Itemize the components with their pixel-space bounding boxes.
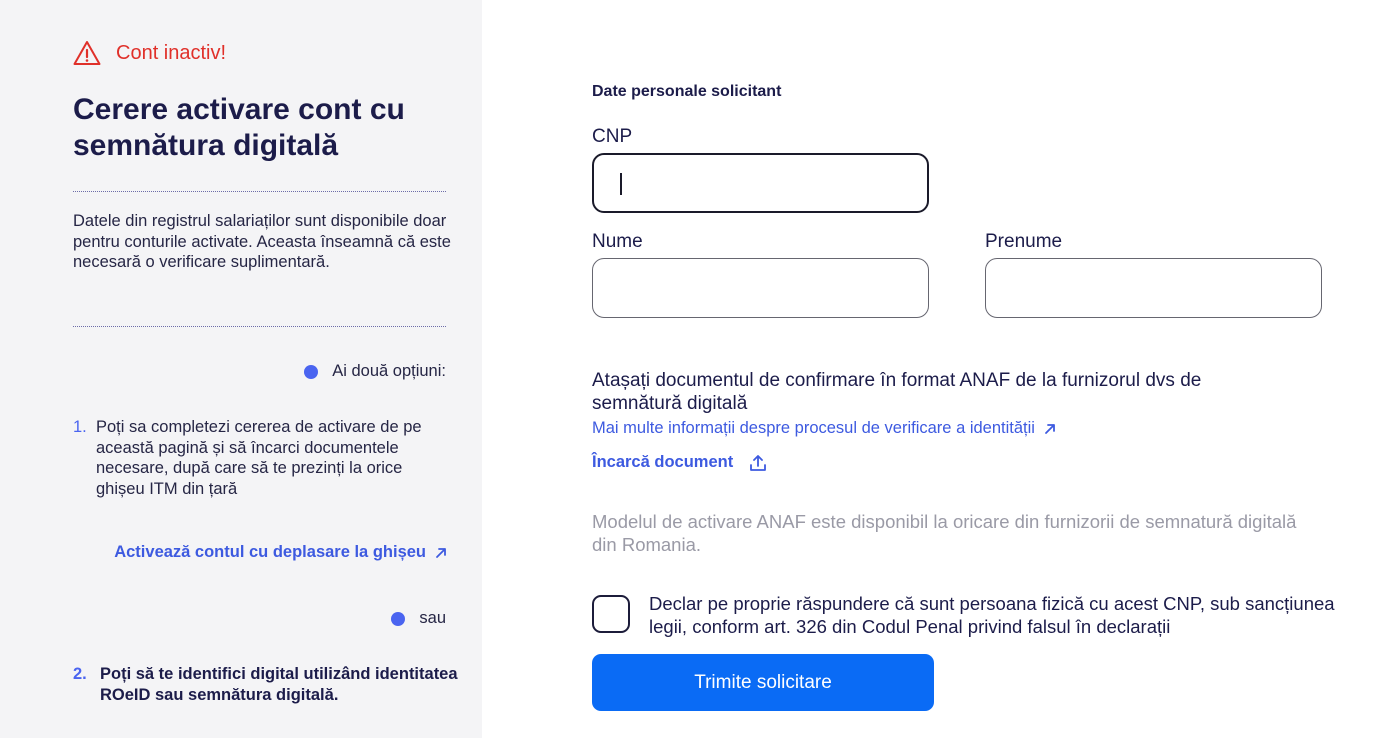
prenume-label: Prenume [985, 231, 1063, 252]
activate-at-counter-link[interactable]: Activează contul cu deplasare la ghișeu [114, 543, 448, 562]
attach-document-heading: Atașați documentul de confirmare în form… [592, 370, 1202, 414]
option-step-1: 1. Poți sa completezi cererea de activar… [73, 417, 433, 499]
anaf-model-note: Modelul de activare ANAF este disponibil… [592, 511, 1297, 555]
section-title: Date personale solicitant [592, 83, 782, 100]
or-label: sau [419, 609, 446, 627]
external-arrow-icon [1045, 423, 1055, 434]
declaration-text: Declar pe proprie răspundere că sunt per… [649, 593, 1335, 637]
upload-document-button[interactable]: Încarcă document [592, 453, 767, 472]
option-step-2: 2. Poți să te identifici digital utilizâ… [73, 664, 463, 705]
page-title: Cerere activare cont cu semnătura digita… [73, 93, 405, 162]
divider [73, 326, 446, 327]
submit-request-button[interactable]: Trimite solicitare [592, 654, 934, 711]
external-arrow-icon [436, 547, 446, 558]
link-label: Mai multe informații despre procesul de … [592, 419, 1035, 437]
text-caret [620, 173, 622, 195]
or-separator: sau [391, 609, 446, 628]
link-label: Activează contul cu deplasare la ghișeu [114, 543, 426, 561]
warning-icon [73, 41, 101, 65]
nume-label: Nume [592, 231, 643, 252]
upload-icon [750, 454, 767, 471]
step-number: 2. [73, 665, 87, 683]
declaration-checkbox[interactable] [592, 595, 630, 633]
upload-label: Încarcă document [592, 453, 734, 471]
bullet-dot-icon [304, 364, 319, 379]
step-text: Poți sa completezi cererea de activare d… [96, 418, 422, 498]
cnp-label: CNP [592, 126, 633, 147]
verification-info-link[interactable]: Mai multe informații despre procesul de … [592, 419, 1057, 438]
inactive-warning: Cont inactiv! [73, 40, 226, 66]
step-text: Poți să te identifici digital utilizând … [100, 665, 458, 704]
nume-field[interactable] [592, 258, 929, 318]
options-heading: Ai două opțiuni: [304, 362, 446, 381]
options-label: Ai două opțiuni: [332, 362, 446, 380]
bullet-dot-icon [391, 611, 406, 626]
step-number: 1. [73, 418, 87, 436]
info-panel: Cont inactiv! Cerere activare cont cu se… [0, 0, 482, 738]
divider [73, 191, 446, 192]
warning-text: Cont inactiv! [116, 41, 227, 64]
prenume-field[interactable] [985, 258, 1322, 318]
cnp-field[interactable] [592, 153, 929, 213]
description-text: Datele din registrul salariaților sunt d… [73, 212, 451, 271]
